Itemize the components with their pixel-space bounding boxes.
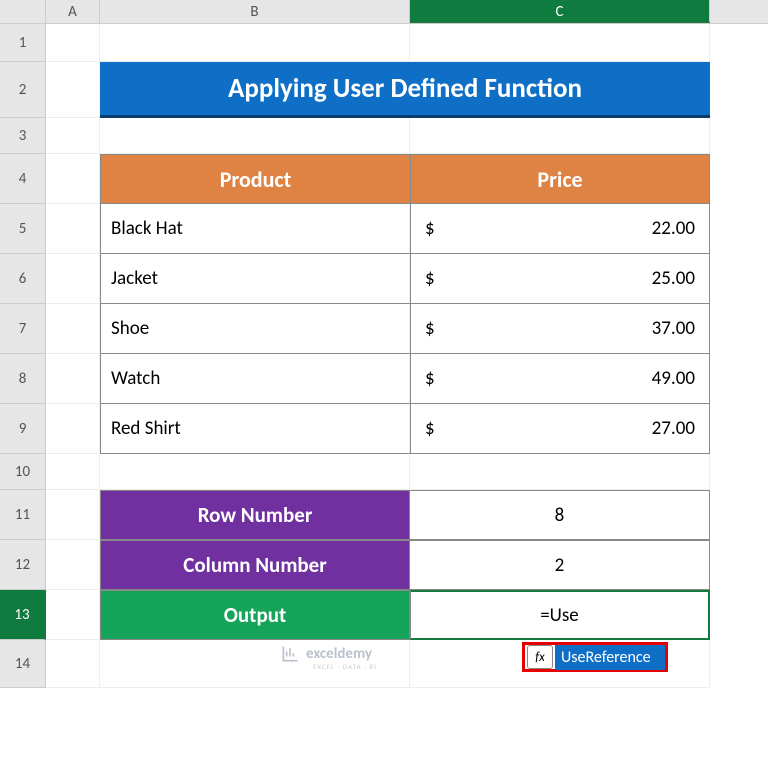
row-header-2[interactable]: 2 bbox=[0, 62, 46, 118]
currency: $ bbox=[425, 317, 435, 340]
price-value: 37.00 bbox=[652, 317, 695, 340]
table-row: Black Hat $22.00 bbox=[100, 204, 710, 254]
cell-a5[interactable] bbox=[46, 204, 100, 254]
table-row: Watch $49.00 bbox=[100, 354, 710, 404]
formula-autocomplete[interactable]: fx UseReference bbox=[522, 642, 668, 672]
row-header-9[interactable]: 9 bbox=[0, 404, 46, 454]
cell-b3[interactable] bbox=[100, 118, 410, 154]
cell-a11[interactable] bbox=[46, 490, 100, 540]
cell-a13[interactable] bbox=[46, 590, 100, 640]
price-value: 25.00 bbox=[652, 267, 695, 290]
table-row: Jacket $25.00 bbox=[100, 254, 710, 304]
output-formula-cell[interactable]: =Use bbox=[410, 590, 710, 640]
row-number-label: Row Number bbox=[100, 490, 410, 540]
row-header-8[interactable]: 8 bbox=[0, 354, 46, 404]
cell-c3[interactable] bbox=[410, 118, 710, 154]
row-header-14[interactable]: 14 bbox=[0, 640, 46, 688]
product-price[interactable]: $27.00 bbox=[410, 404, 710, 454]
product-price[interactable]: $22.00 bbox=[410, 204, 710, 254]
product-price[interactable]: $49.00 bbox=[410, 354, 710, 404]
row-header-12[interactable]: 12 bbox=[0, 540, 46, 590]
row-number-value[interactable]: 8 bbox=[410, 490, 710, 540]
cell-b1[interactable] bbox=[100, 24, 410, 62]
product-price[interactable]: $25.00 bbox=[410, 254, 710, 304]
row-header-5[interactable]: 5 bbox=[0, 204, 46, 254]
product-name[interactable]: Black Hat bbox=[100, 204, 410, 254]
watermark-brand: exceldemy bbox=[306, 645, 372, 663]
fx-icon: fx bbox=[527, 645, 553, 669]
col-header-c[interactable]: C bbox=[410, 0, 710, 23]
row-header-6[interactable]: 6 bbox=[0, 254, 46, 304]
cell-a4[interactable] bbox=[46, 154, 100, 204]
row-header-13[interactable]: 13 bbox=[0, 590, 46, 640]
cell-a8[interactable] bbox=[46, 354, 100, 404]
table-row: Shoe $37.00 bbox=[100, 304, 710, 354]
header-product: Product bbox=[100, 154, 410, 204]
cell-a12[interactable] bbox=[46, 540, 100, 590]
select-all-corner[interactable] bbox=[0, 0, 46, 23]
row-header-7[interactable]: 7 bbox=[0, 304, 46, 354]
row-header-11[interactable]: 11 bbox=[0, 490, 46, 540]
product-name[interactable]: Shoe bbox=[100, 304, 410, 354]
table-row: Red Shirt $27.00 bbox=[100, 404, 710, 454]
price-value: 27.00 bbox=[652, 417, 695, 440]
output-label: Output bbox=[100, 590, 410, 640]
product-price[interactable]: $37.00 bbox=[410, 304, 710, 354]
cell-b10[interactable] bbox=[100, 454, 410, 490]
currency: $ bbox=[425, 367, 435, 390]
cell-c1[interactable] bbox=[410, 24, 710, 62]
col-header-a[interactable]: A bbox=[46, 0, 100, 23]
price-value: 22.00 bbox=[652, 217, 695, 240]
parameter-block: Row Number 8 Column Number 2 Output =Use bbox=[100, 490, 710, 640]
column-number-value[interactable]: 2 bbox=[410, 540, 710, 590]
cell-a2[interactable] bbox=[46, 62, 100, 118]
col-header-b[interactable]: B bbox=[100, 0, 410, 23]
chart-icon bbox=[280, 644, 300, 664]
row-header-4[interactable]: 4 bbox=[0, 154, 46, 204]
cell-a6[interactable] bbox=[46, 254, 100, 304]
column-header-row: A B C bbox=[0, 0, 768, 24]
product-table-header: Product Price bbox=[100, 154, 710, 204]
currency: $ bbox=[425, 217, 435, 240]
cell-a10[interactable] bbox=[46, 454, 100, 490]
cell-c10[interactable] bbox=[410, 454, 710, 490]
cell-a7[interactable] bbox=[46, 304, 100, 354]
cell-a14[interactable] bbox=[46, 640, 100, 688]
product-name[interactable]: Jacket bbox=[100, 254, 410, 304]
product-table: Black Hat $22.00 Jacket $25.00 Shoe $37.… bbox=[100, 204, 710, 454]
cell-a3[interactable] bbox=[46, 118, 100, 154]
page-title: Applying User Defined Function bbox=[100, 62, 710, 118]
autocomplete-item[interactable]: UseReference bbox=[555, 645, 665, 670]
price-value: 49.00 bbox=[652, 367, 695, 390]
row-header-10[interactable]: 10 bbox=[0, 454, 46, 490]
column-number-label: Column Number bbox=[100, 540, 410, 590]
product-name[interactable]: Red Shirt bbox=[100, 404, 410, 454]
watermark-subtitle: EXCEL · DATA · BI bbox=[313, 662, 377, 671]
currency: $ bbox=[425, 417, 435, 440]
product-name[interactable]: Watch bbox=[100, 354, 410, 404]
cell-a1[interactable] bbox=[46, 24, 100, 62]
cell-a9[interactable] bbox=[46, 404, 100, 454]
currency: $ bbox=[425, 267, 435, 290]
row-header-1[interactable]: 1 bbox=[0, 24, 46, 62]
watermark: exceldemy bbox=[280, 644, 372, 664]
header-price: Price bbox=[410, 154, 710, 204]
row-header-3[interactable]: 3 bbox=[0, 118, 46, 154]
